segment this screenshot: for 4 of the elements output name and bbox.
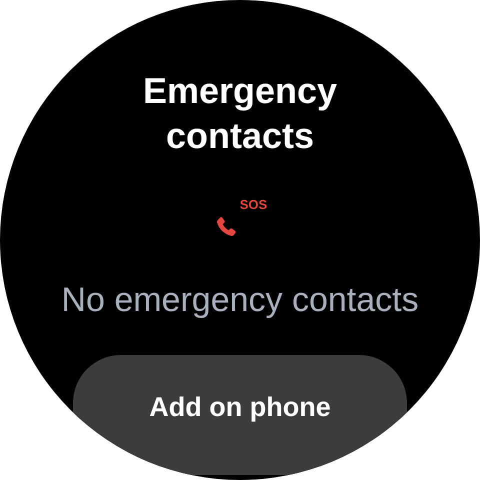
add-on-phone-button[interactable]: Add on phone [73,355,407,475]
screen-title: Emergency contacts [142,69,338,158]
sos-label: SOS [240,198,268,212]
empty-message: No emergency contacts [61,280,419,320]
